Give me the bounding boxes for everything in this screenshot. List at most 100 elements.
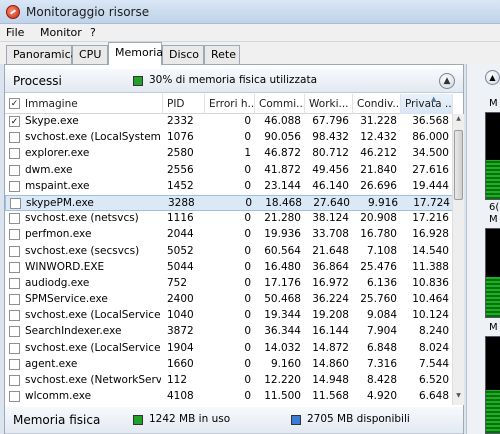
process-pid: 2400 [167,293,194,306]
process-shared: 6.136 [366,276,397,289]
process-shared: 16.780 [360,228,397,241]
table-row[interactable]: perfmon.exe 2044 0 19.936 33.708 16.780 16.928 [5,227,453,243]
column-header-hard-faults[interactable]: Errori h... [205,94,255,114]
views-chevron-icon[interactable]: ▲ [485,70,500,85]
process-commit: 41.872 [264,163,301,176]
process-checkbox[interactable] [9,229,20,241]
table-row[interactable]: mspaint.exe 1452 0 23.144 46.140 26.696 19.444 [5,179,453,195]
process-working: 14.860 [312,357,349,370]
tab-rete[interactable]: Rete [204,45,240,64]
table-row[interactable]: skypePM.exe 3288 0 18.468 27.640 9.916 17.724 [5,194,453,212]
menu-monitor[interactable]: Monitor [40,26,82,39]
process-commit: 46.088 [264,115,301,127]
table-row[interactable]: svchost.exe (secsvcs) 5052 0 60.564 21.648 7.… [5,244,453,260]
process-working: 21.648 [312,244,349,257]
processes-title: Processi [13,74,62,88]
chevron-up-icon[interactable]: ▲ [439,73,455,89]
process-private: 34.500 [412,147,449,160]
process-working: 36.864 [312,260,349,273]
process-shared: 46.212 [360,147,397,160]
process-checkbox[interactable] [9,310,20,322]
tab-memoria[interactable]: Memoria [108,42,163,65]
column-header-shareable[interactable]: Condiv... [353,94,401,114]
table-row[interactable]: ✓ Skype.exe 2332 0 46.088 67.796 31.228 36.568 [5,114,453,130]
graph-label-4: M [489,322,498,333]
process-pid: 1040 [167,309,194,322]
process-shared: 25.760 [360,293,397,306]
column-header-pid[interactable]: PID [163,94,205,114]
process-checkbox[interactable] [9,132,20,144]
process-name: svchost.exe (LocalServiceNo... [25,341,161,354]
menu-help[interactable]: ? [90,26,96,39]
process-name: svchost.exe (NetworkService) [25,374,161,386]
table-row[interactable]: WINWORD.EXE 5044 0 16.480 36.864 25.476 11.388 [5,260,453,276]
scroll-thumb[interactable] [454,130,463,200]
table-row[interactable]: svchost.exe (LocalServiceNo... 1904 0 14.03… [5,341,453,357]
column-header-commit[interactable]: Commi... [255,94,305,114]
graph-pane: ▲ M 6( M M [466,64,500,434]
memory-usage-legend-swatch [133,76,143,86]
process-err: 1 [244,147,251,160]
memory-graph-3 [485,336,500,434]
table-row[interactable]: explorer.exe 2580 1 46.872 80.712 46.212 34.50… [5,146,453,162]
process-checkbox[interactable] [9,180,20,192]
table-row[interactable]: svchost.exe (LocalServiceNet... 1040 0 19.3… [5,308,453,324]
tab-cpu[interactable]: CPU [72,45,108,64]
table-row[interactable]: dwm.exe 2556 0 41.872 49.456 21.840 27.616 [5,163,453,179]
process-private: 11.388 [412,260,449,273]
process-table-scrollbar[interactable]: ▲ ▼ [452,114,464,405]
process-checkbox[interactable] [9,375,20,386]
process-checkbox[interactable] [9,213,20,225]
process-pid: 1116 [167,212,194,225]
process-checkbox[interactable] [9,294,20,306]
process-checkbox[interactable] [10,197,21,209]
process-checkbox[interactable] [9,261,20,273]
process-checkbox[interactable] [9,164,20,176]
physical-memory-section-header[interactable]: Memoria fisica 1242 MB in uso 2705 MB di… [5,407,463,434]
process-err: 0 [244,228,251,241]
process-working: 98.432 [312,131,349,144]
process-commit: 18.468 [265,196,302,209]
process-err: 0 [244,309,251,322]
process-checkbox[interactable] [9,391,20,403]
table-row[interactable]: svchost.exe (NetworkService) 112 0 12.220 14… [5,373,453,389]
table-row[interactable]: audiodg.exe 752 0 17.176 16.972 6.136 10.836 [5,276,453,292]
process-commit: 90.056 [264,131,301,144]
tab-disco[interactable]: Disco [162,45,204,64]
graph-label-2: 6( [489,202,500,213]
table-row[interactable]: wlcomm.exe 4108 0 11.500 11.568 4.920 6.648 [5,389,453,405]
process-checkbox[interactable] [9,342,20,354]
tab-panoramica[interactable]: Panoramica [6,45,77,64]
process-checkbox[interactable] [9,277,20,289]
process-working: 14.872 [312,341,349,354]
process-commit: 19.344 [264,309,301,322]
column-header-working-set[interactable]: Worki... [305,94,353,114]
scroll-down-icon[interactable]: ▼ [454,392,463,404]
process-commit: 60.564 [264,244,301,257]
process-working: 80.712 [312,147,349,160]
process-private: 27.616 [412,163,449,176]
process-name: Skype.exe [25,115,79,127]
process-checkbox[interactable] [9,326,20,338]
process-checkbox[interactable]: ✓ [9,116,20,127]
process-checkbox[interactable] [9,148,20,160]
menu-bar: File Monitor ? [0,24,500,42]
process-shared: 7.108 [366,244,397,257]
column-header-image[interactable]: ✓ Immagine [5,94,163,114]
table-row[interactable]: svchost.exe (LocalSystemNet... 1076 0 90.05… [5,130,453,146]
column-header-private[interactable]: ▲ Privata ... [401,94,453,114]
process-checkbox[interactable] [9,245,20,257]
processes-section-header[interactable]: Processi 30% di memoria fisica utilizzat… [5,69,463,93]
table-row[interactable]: SPMService.exe 2400 0 50.468 36.224 25.760 10.… [5,292,453,308]
table-row[interactable]: agent.exe 1660 0 9.160 14.860 7.316 7.544 [5,357,453,373]
sort-arrow-icon: ▲ [431,95,437,103]
table-row[interactable]: svchost.exe (netsvcs) 1116 0 21.280 38.124 20… [5,211,453,227]
table-row[interactable]: SearchIndexer.exe 3872 0 36.344 16.144 7.904 8… [5,324,453,340]
process-shared: 31.228 [360,115,397,127]
scroll-up-icon[interactable]: ▲ [454,115,463,127]
process-pid: 1452 [167,179,194,192]
select-all-checkbox[interactable]: ✓ [9,98,20,109]
process-commit: 23.144 [264,179,301,192]
menu-file[interactable]: File [6,26,24,39]
process-checkbox[interactable] [9,358,20,370]
